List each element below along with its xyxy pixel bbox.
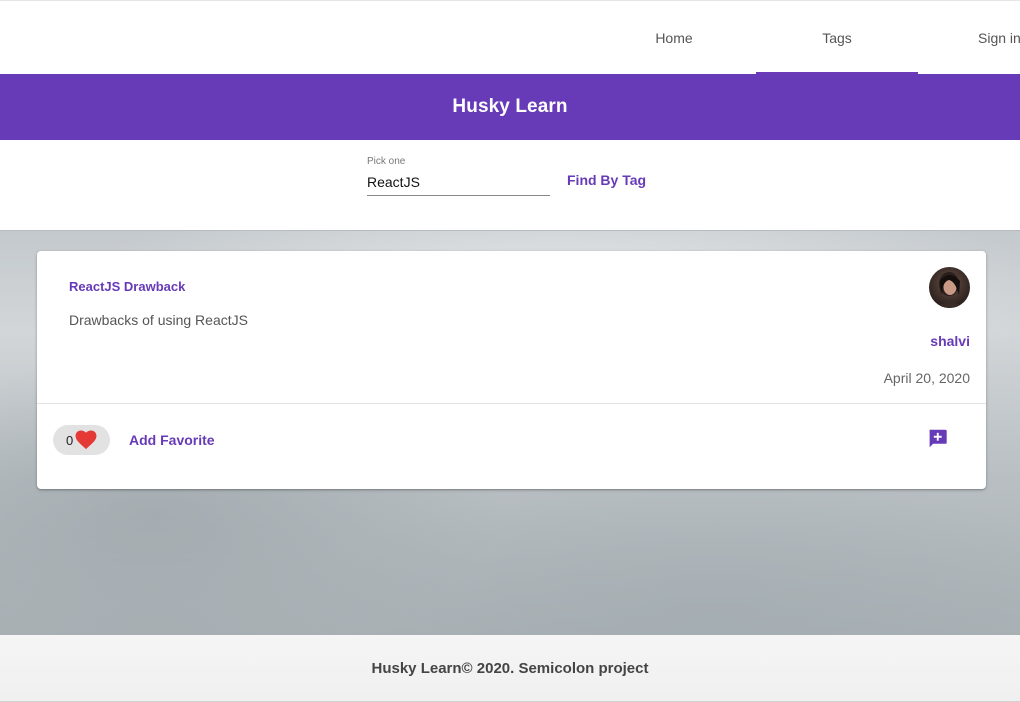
nav-tab-tags[interactable]: Tags: [756, 1, 918, 75]
footer-text: Husky Learn© 2020. Semicolon project: [371, 659, 649, 677]
top-nav: Home Tags Sign in: [0, 0, 1020, 74]
add-comment-icon[interactable]: [927, 428, 948, 449]
tag-search-row: Pick one ReactJS Find By Tag: [0, 140, 1020, 230]
post-author[interactable]: shalvi: [930, 333, 970, 349]
nav-tab-home-label: Home: [655, 30, 693, 46]
tag-select-label: Pick one: [367, 156, 406, 167]
nav-tab-sign-in-label: Sign in: [978, 30, 1020, 46]
find-by-tag-button[interactable]: Find By Tag: [557, 168, 656, 192]
post-date: April 20, 2020: [883, 370, 970, 386]
tag-select-value: ReactJS: [367, 174, 420, 190]
card-divider: [37, 403, 986, 404]
author-avatar[interactable]: [929, 267, 970, 308]
app-title: Husky Learn: [452, 96, 568, 117]
post-card: ReactJS Drawback Drawbacks of using Reac…: [37, 251, 986, 489]
nav-tab-tags-label: Tags: [822, 30, 852, 46]
page-footer: Husky Learn© 2020. Semicolon project: [0, 635, 1020, 702]
user-avatar-icon: [929, 267, 970, 308]
add-favorite-button[interactable]: Add Favorite: [129, 432, 215, 448]
nav-tab-home[interactable]: Home: [593, 1, 755, 75]
nav-tab-sign-in[interactable]: Sign in: [918, 1, 1020, 75]
app-banner: Husky Learn: [0, 74, 1020, 140]
like-count: 0: [66, 432, 74, 448]
post-description: Drawbacks of using ReactJS: [69, 312, 248, 328]
like-chip[interactable]: 0: [53, 425, 110, 455]
heart-icon: [75, 430, 97, 450]
tag-select[interactable]: Pick one ReactJS: [367, 154, 550, 196]
post-title[interactable]: ReactJS Drawback: [69, 279, 185, 294]
